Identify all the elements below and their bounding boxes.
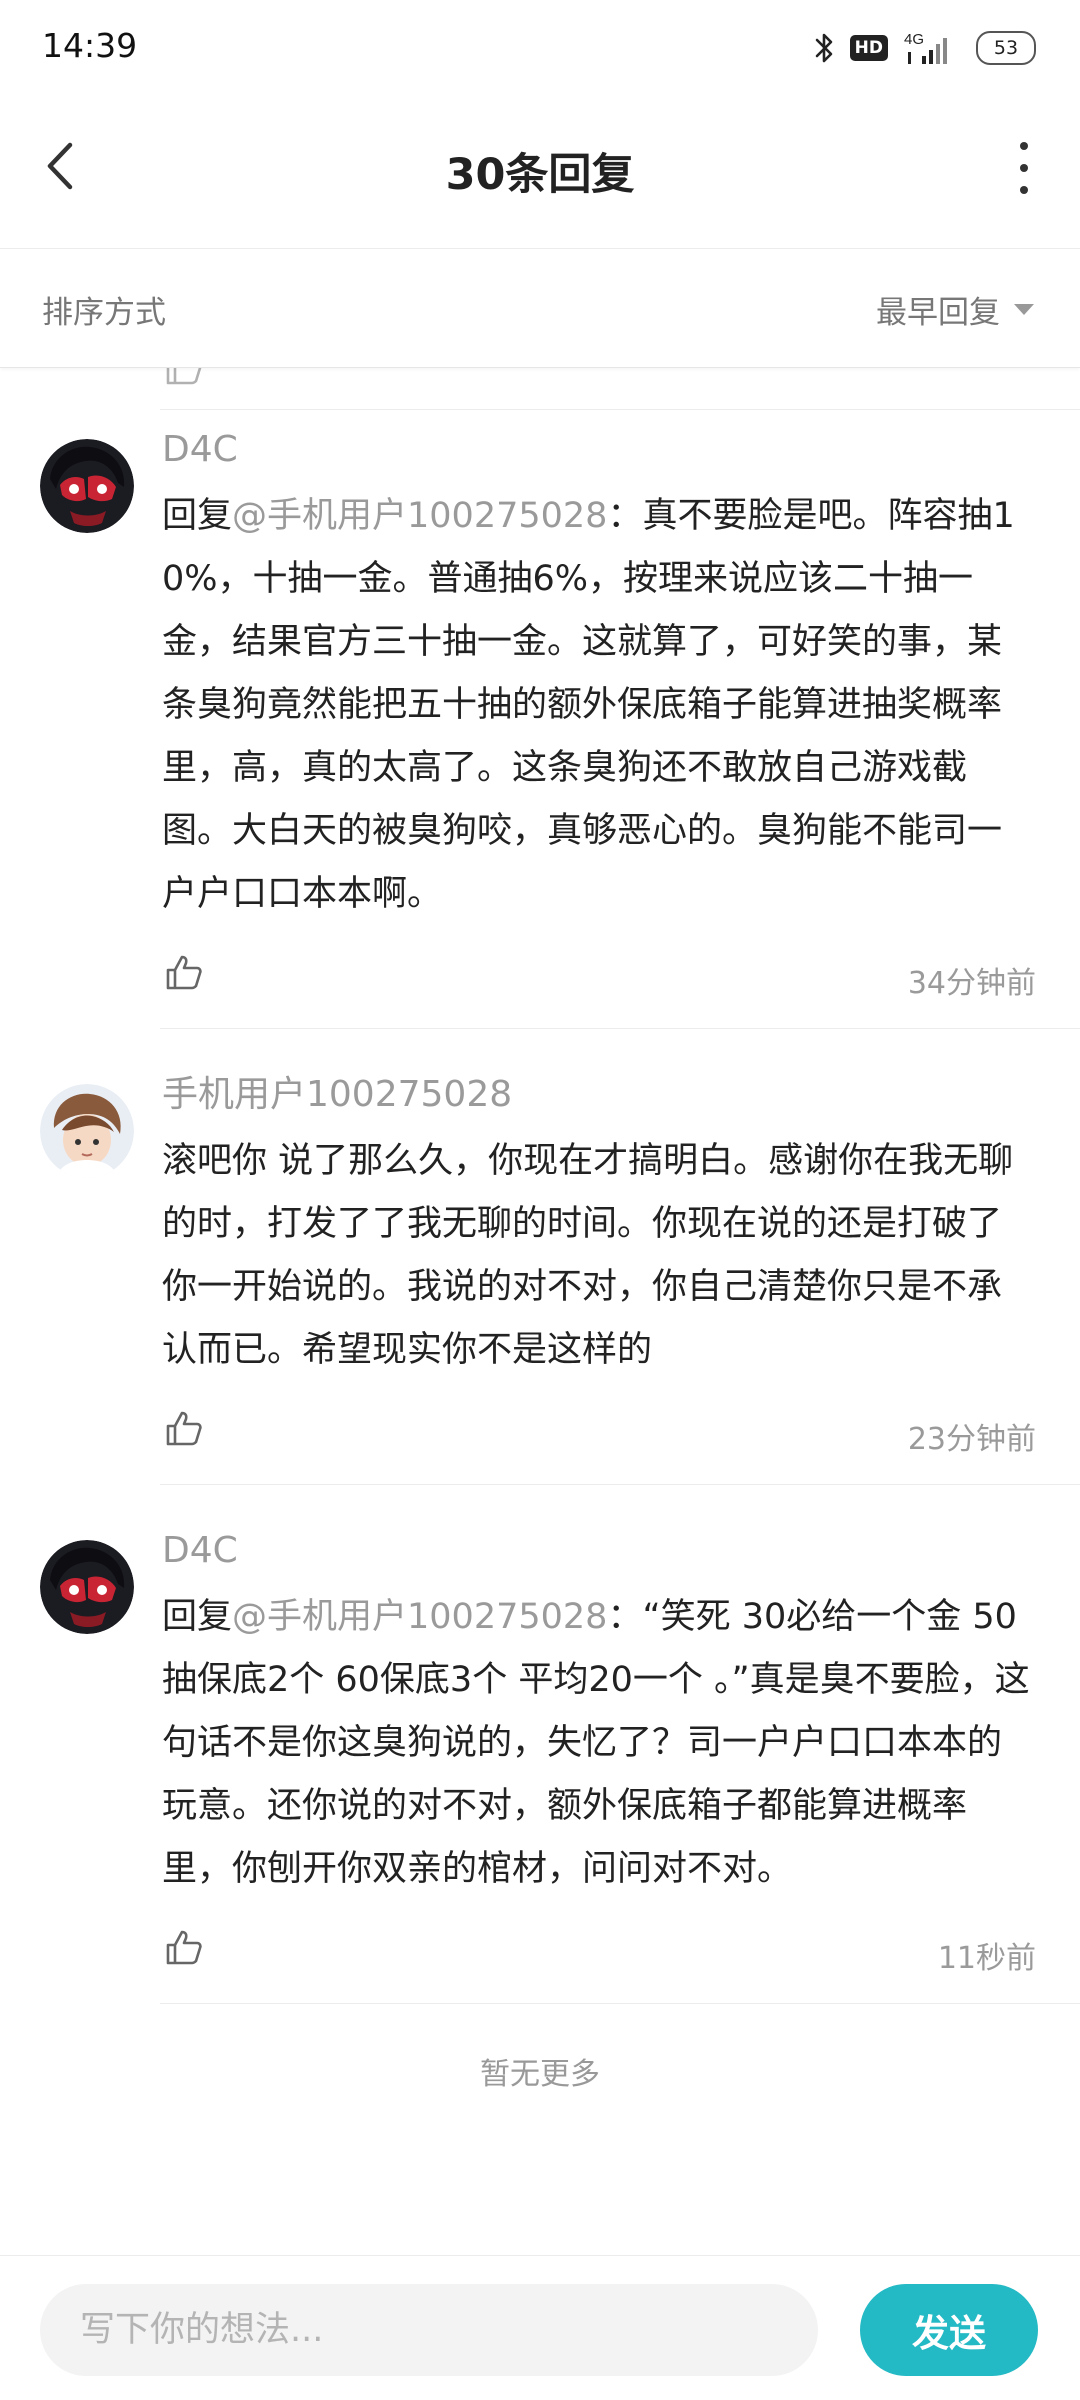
sort-selected-value: 最早回复 (876, 295, 1000, 331)
comment-content: ：真不要脸是吧。阵容抽10%，十抽一金。普通抽6%，按理来说应该二十抽一金，结果… (162, 496, 1015, 914)
comment-body: D4C 回复@手机用户100275028：真不要脸是吧。阵容抽10%，十抽一金。… (162, 425, 1036, 1008)
comment-divider (160, 1484, 1080, 1485)
battery-level: 53 (993, 37, 1019, 59)
avatar[interactable] (40, 1540, 134, 1634)
sort-dropdown[interactable]: 最早回复 (876, 287, 1034, 332)
comment-input[interactable] (40, 2284, 818, 2376)
network-type-label: 4G (904, 31, 924, 48)
comment-text: 滚吧你 说了那么久，你现在才搞明白。感谢你在我无聊的时，打发了了我无聊的时间。你… (162, 1141, 1014, 1370)
comment-content: ：“笑死 30必给一个金 50抽保底2个 60保底3个 平均20一个 。”真是臭… (162, 1597, 1030, 1889)
no-more-indicator: 暂无更多 (480, 2057, 600, 2092)
mention-link[interactable]: @手机用户100275028 (232, 496, 607, 536)
top-nav-bar: 30条回复 (0, 96, 1080, 249)
comment-timestamp: 11秒前 (937, 1941, 1036, 1976)
more-vertical-icon-dot (1020, 186, 1028, 194)
thumb-up-icon (166, 955, 202, 990)
comment-divider (160, 1028, 1080, 1029)
previous-comment-partial (160, 367, 1080, 410)
sort-label: 排序方式 (42, 295, 166, 331)
thumb-up-icon (166, 1930, 202, 1965)
page-title: 30条回复 (445, 150, 635, 200)
avatar-masked-character-icon (40, 1540, 134, 1634)
comment-username[interactable]: 手机用户100275028 (162, 1070, 1036, 1120)
sort-bar: 排序方式 最早回复 (0, 249, 1080, 368)
status-bar: 14:39 HD 4G 53 (0, 0, 1080, 96)
comment-meta: 34分钟前 (162, 948, 1036, 1008)
more-vertical-icon-dot (1020, 164, 1028, 172)
send-button[interactable]: 发送 (860, 2284, 1038, 2376)
comment-composer: 发送 (0, 2255, 1080, 2400)
bluetooth-icon (814, 30, 836, 66)
comment-username[interactable]: D4C (162, 1526, 1036, 1576)
status-time: 14:39 (42, 26, 138, 65)
comment-list[interactable]: D4C 回复@手机用户100275028：真不要脸是吧。阵容抽10%，十抽一金。… (0, 367, 1080, 2255)
like-button[interactable] (164, 1408, 204, 1452)
avatar-masked-character-icon (40, 439, 134, 533)
like-button[interactable] (164, 1927, 204, 1971)
reply-prefix: 回复 (162, 496, 233, 536)
comment-text: 回复@手机用户100275028：“笑死 30必给一个金 50抽保底2个 60保… (162, 1586, 1036, 1901)
status-icons: HD 4G 53 (814, 26, 1036, 70)
comment-timestamp: 34分钟前 (907, 966, 1036, 1001)
caret-down-icon (1014, 304, 1034, 315)
like-button[interactable] (164, 952, 204, 996)
signal-icon: 4G (902, 28, 962, 68)
avatar-anime-boy-icon (40, 1084, 134, 1178)
comment-body: 手机用户100275028 滚吧你 说了那么久，你现在才搞明白。感谢你在我无聊的… (162, 1070, 1036, 1464)
comment-meta: 23分钟前 (162, 1404, 1036, 1464)
comment-username[interactable]: D4C (162, 425, 1036, 475)
more-vertical-icon (1020, 142, 1028, 150)
comment-divider (160, 2003, 1080, 2004)
battery-icon: 53 (976, 31, 1036, 65)
comment-replies-screen: 14:39 HD 4G 53 30条回复 排序方式 最早回复 D4C 回复@手机… (0, 0, 1080, 2400)
more-options-button[interactable] (1008, 142, 1040, 194)
mention-link[interactable]: @手机用户100275028 (232, 1597, 607, 1637)
reply-prefix: 回复 (162, 1597, 233, 1637)
avatar[interactable] (40, 1084, 134, 1178)
thumb-up-icon (166, 1411, 202, 1446)
comment-meta: 11秒前 (162, 1923, 1036, 1983)
comment-text: 回复@手机用户100275028：真不要脸是吧。阵容抽10%，十抽一金。普通抽6… (162, 485, 1036, 926)
comment-body: D4C 回复@手机用户100275028：“笑死 30必给一个金 50抽保底2个… (162, 1526, 1036, 1983)
thumb-up-icon (164, 367, 204, 391)
avatar[interactable] (40, 439, 134, 533)
comment-timestamp: 23分钟前 (907, 1422, 1036, 1457)
hd-badge: HD (849, 35, 888, 61)
